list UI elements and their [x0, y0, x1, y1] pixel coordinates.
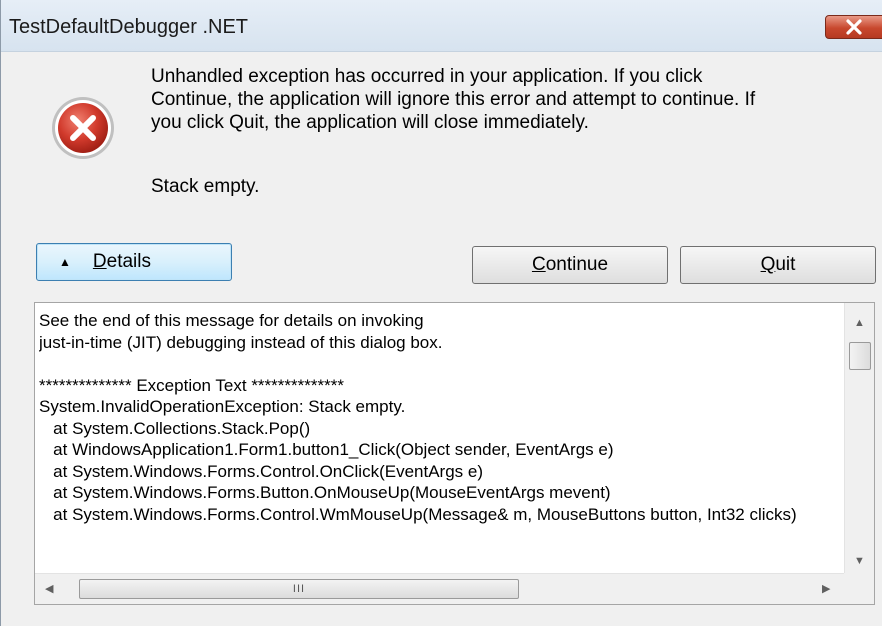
- dialog-window: TestDefaultDebugger .NET Unhandled excep…: [0, 0, 882, 626]
- details-line: System.InvalidOperationException: Stack …: [39, 397, 406, 416]
- scroll-up-arrow-icon[interactable]: ▲: [854, 317, 865, 329]
- details-textbox[interactable]: See the end of this message for details …: [34, 302, 875, 605]
- scrollbar-corner: [844, 573, 874, 604]
- details-button-label: Details: [92, 251, 151, 272]
- scroll-right-arrow-icon[interactable]: ▶: [822, 582, 830, 595]
- details-line: at WindowsApplication1.Form1.button1_Cli…: [39, 440, 614, 459]
- horizontal-scroll-thumb[interactable]: III: [79, 579, 519, 599]
- error-message: Unhandled exception has occurred in your…: [151, 66, 756, 133]
- close-icon: [846, 19, 862, 35]
- quit-button[interactable]: Quit: [680, 246, 876, 284]
- continue-button-label: Continue: [531, 254, 609, 275]
- details-line: [39, 353, 842, 375]
- scroll-grip-icon: III: [292, 583, 306, 595]
- scroll-down-arrow-icon[interactable]: ▼: [854, 555, 865, 567]
- details-text: See the end of this message for details …: [39, 310, 842, 578]
- horizontal-scrollbar[interactable]: ◀ III ▶: [35, 573, 844, 604]
- details-line: See the end of this message for details …: [39, 311, 424, 330]
- vertical-scrollbar[interactable]: ▲ ▼: [844, 303, 874, 573]
- details-line: just-in-time (JIT) debugging instead of …: [39, 332, 443, 352]
- collapse-arrow-icon: ▲: [59, 255, 71, 269]
- window-title: TestDefaultDebugger .NET: [9, 16, 249, 38]
- close-button[interactable]: [825, 15, 882, 39]
- details-line: at System.Collections.Stack.Pop(): [39, 418, 311, 438]
- vertical-scroll-thumb[interactable]: [849, 342, 871, 370]
- details-line: at System.Windows.Forms.Control.WmMouseU…: [39, 504, 797, 524]
- scroll-left-arrow-icon[interactable]: ◀: [45, 582, 53, 595]
- details-button[interactable]: ▲ Details: [36, 243, 232, 281]
- details-line: ************** Exception Text **********…: [39, 375, 344, 395]
- title-bar[interactable]: TestDefaultDebugger .NET: [1, 0, 882, 52]
- continue-button[interactable]: Continue: [472, 246, 668, 284]
- error-icon: [52, 97, 114, 159]
- details-line: at System.Windows.Forms.Button.OnMouseUp…: [39, 483, 611, 502]
- details-line: at System.Windows.Forms.Control.OnClick(…: [39, 461, 484, 481]
- quit-button-label: Quit: [760, 254, 796, 275]
- exception-summary: Stack empty.: [151, 176, 260, 197]
